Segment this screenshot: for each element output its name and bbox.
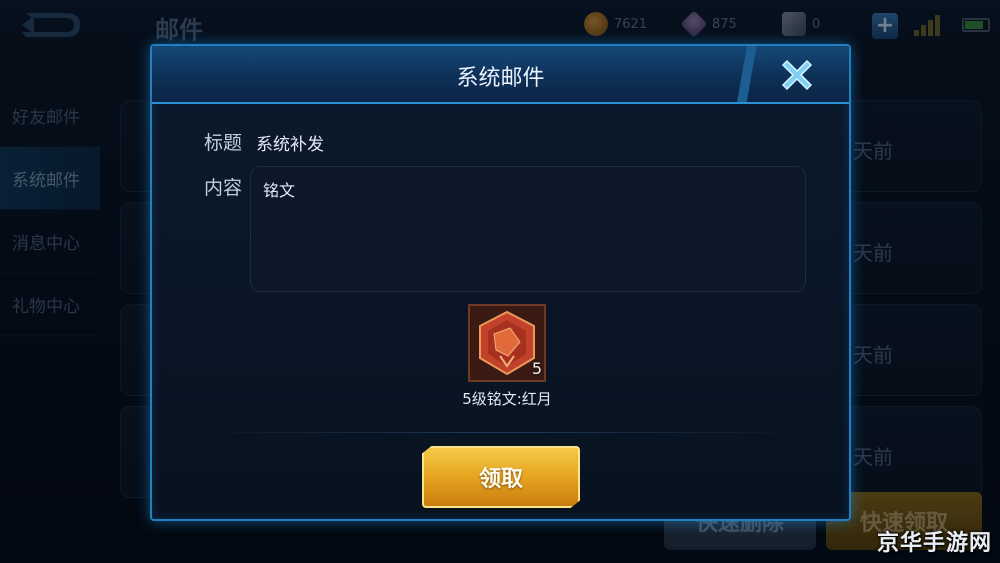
content-label: 内容 [204, 177, 243, 199]
close-icon [781, 59, 813, 91]
attachment-count: 5 [531, 359, 542, 378]
attachment-name: 5级铭文:红月 [462, 390, 552, 408]
subject-label: 标题 [204, 132, 243, 154]
content-value: 铭文 [263, 181, 296, 200]
system-mail-dialog: 系统邮件 标题 系统补发 内容 铭文 5 5级铭文:红月 领取 [150, 44, 851, 521]
subject-value: 系统补发 [256, 135, 324, 155]
claim-button[interactable]: 领取 [422, 446, 580, 508]
content-box: 铭文 [250, 166, 806, 292]
close-button[interactable] [774, 52, 820, 98]
dialog-header: 系统邮件 [152, 46, 849, 104]
divider [192, 432, 809, 433]
claim-label: 领取 [478, 467, 523, 492]
dialog-title: 系统邮件 [456, 66, 545, 91]
watermark: 京华手游网 [876, 531, 992, 556]
attachment-item[interactable]: 5 [468, 304, 546, 382]
